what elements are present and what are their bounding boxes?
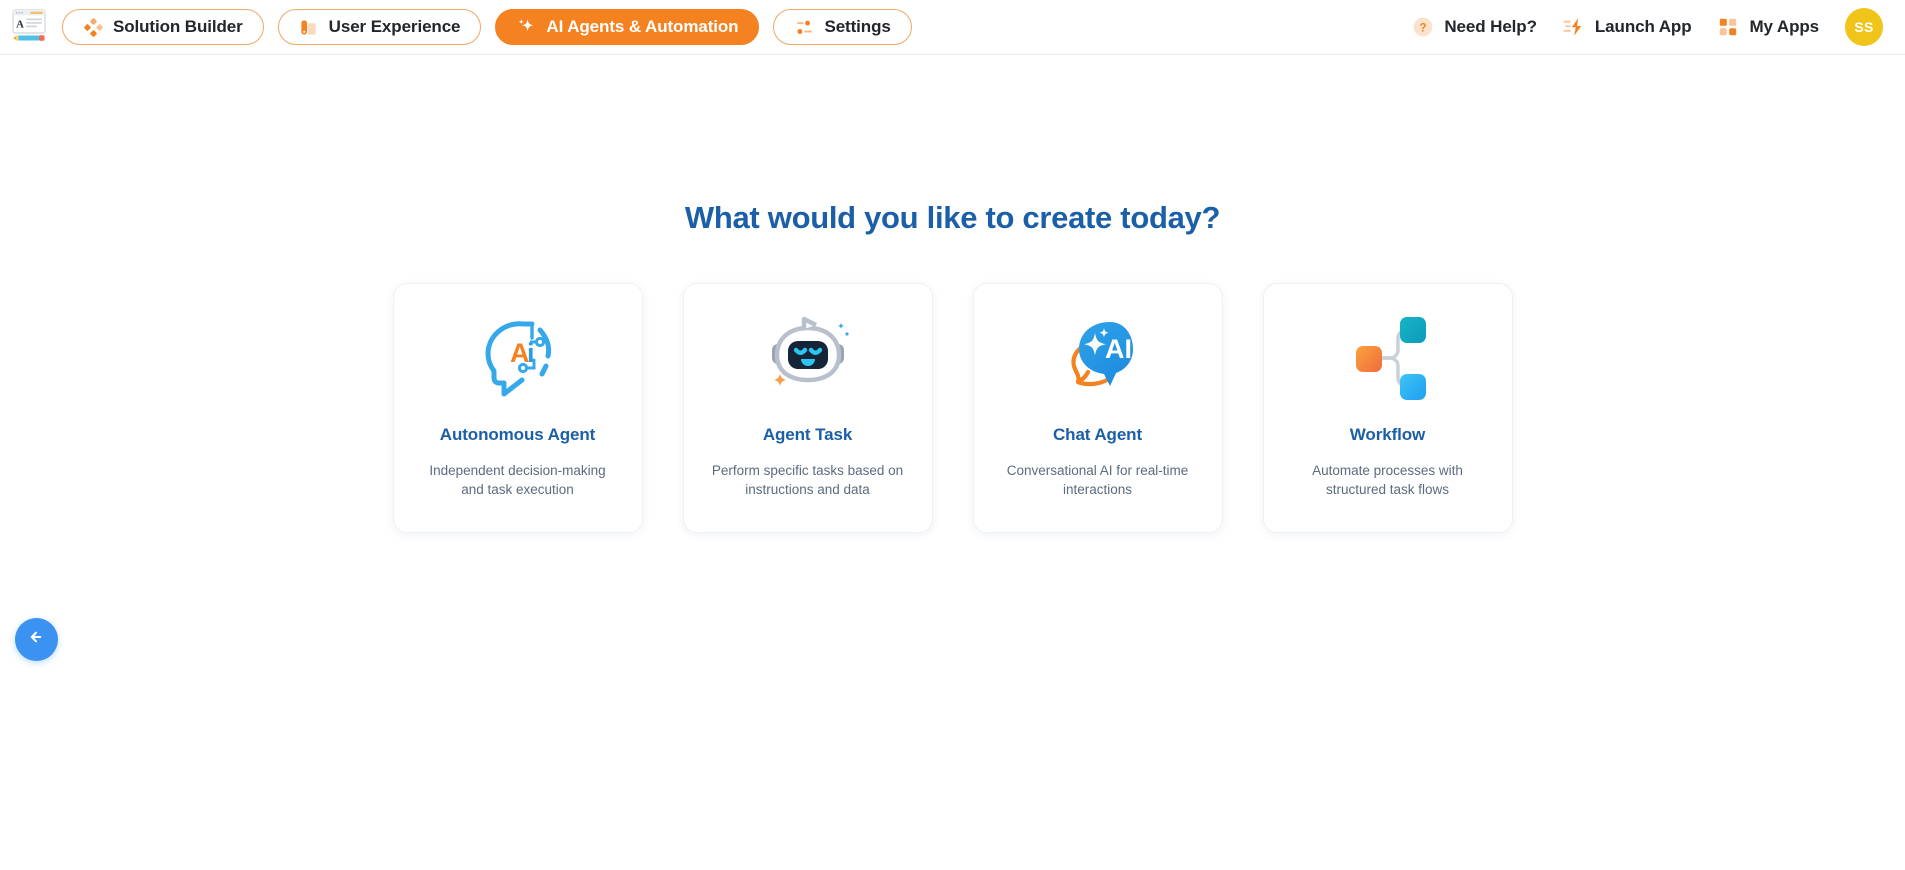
nav-label: AI Agents & Automation: [546, 17, 739, 36]
need-help-label: Need Help?: [1444, 17, 1537, 36]
creation-options-grid: A i Autonomous Agent Independent decisio…: [0, 283, 1905, 533]
nav-solution-builder[interactable]: Solution Builder: [62, 9, 264, 45]
grid-squares-icon: [1717, 16, 1739, 38]
card-description: Conversational AI for real-time interact…: [1006, 463, 1189, 498]
card-chat-agent[interactable]: AI Chat Agent Conversational AI for real…: [972, 283, 1223, 533]
card-autonomous-agent[interactable]: A i Autonomous Agent Independent decisio…: [392, 283, 643, 533]
my-apps-label: My Apps: [1749, 17, 1819, 36]
back-button[interactable]: [15, 618, 58, 661]
four-diamonds-icon: [83, 17, 103, 37]
robot-head-icon: [756, 306, 860, 410]
question-circle-icon: ?: [1412, 16, 1434, 38]
card-description: Perform specific tasks based on instruct…: [711, 463, 904, 498]
sparkle-icon: [516, 17, 536, 37]
ai-head-profile-icon: A i: [466, 306, 570, 410]
nav-settings[interactable]: Settings: [773, 9, 912, 45]
card-agent-task[interactable]: Agent Task Perform specific tasks based …: [682, 283, 933, 533]
launch-app-button[interactable]: Launch App: [1563, 16, 1692, 38]
nav-ai-agents-automation[interactable]: AI Agents & Automation: [495, 9, 760, 45]
nav-label: Solution Builder: [113, 17, 243, 36]
nav-label: Settings: [824, 17, 891, 36]
ai-chat-bubble-icon: AI: [1046, 306, 1150, 410]
card-workflow[interactable]: Workflow Automate processes with structu…: [1262, 283, 1513, 533]
svg-text:A: A: [16, 18, 24, 30]
card-title: Chat Agent: [1052, 425, 1143, 444]
card-description: Automate processes with structured task …: [1312, 463, 1463, 498]
workflow-nodes-icon: [1336, 306, 1440, 410]
svg-text:?: ?: [1420, 22, 1427, 34]
card-title: Workflow: [1349, 425, 1426, 444]
document-editor-logo-icon: A: [11, 7, 47, 48]
my-apps-button[interactable]: My Apps: [1717, 16, 1819, 38]
lightning-bolt-icon: [1563, 16, 1585, 38]
svg-text:i: i: [527, 338, 535, 368]
launch-app-label: Launch App: [1594, 17, 1692, 36]
sliders-icon: [794, 17, 814, 37]
card-description: Independent decision-making and task exe…: [429, 463, 606, 498]
card-title: Agent Task: [762, 425, 853, 444]
arrow-left-icon: [27, 627, 47, 652]
card-title: Autonomous Agent: [439, 425, 596, 444]
svg-text:AI: AI: [1105, 334, 1132, 364]
need-help-button[interactable]: ? Need Help?: [1412, 16, 1537, 38]
nav-label: User Experience: [328, 17, 461, 36]
avatar[interactable]: SS: [1845, 8, 1883, 46]
color-swatch-icon: [299, 17, 319, 37]
primary-nav: Solution Builder User Experience AI Agen…: [62, 9, 912, 45]
topbar-right-actions: ? Need Help? Launch App My Apps SS: [1412, 8, 1883, 46]
app-logo[interactable]: A: [8, 6, 50, 48]
page-title: What would you like to create today?: [684, 200, 1221, 235]
top-navigation-bar: A Solution Builder User Experience AI Ag…: [0, 0, 1905, 55]
nav-user-experience[interactable]: User Experience: [277, 9, 482, 45]
main-content: What would you like to create today? A i: [0, 200, 1905, 870]
